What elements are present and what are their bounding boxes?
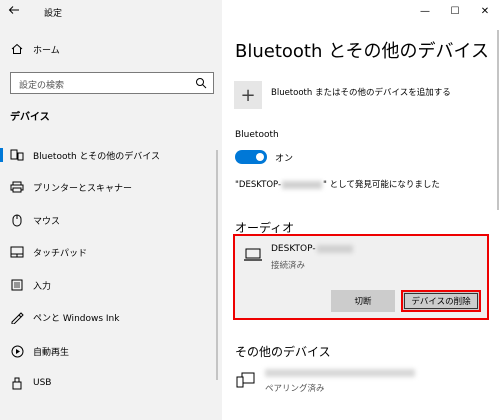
keyboard-icon [10,278,24,292]
sidebar-item-home[interactable]: ホーム [0,38,222,60]
pen-icon [10,310,24,324]
plus-icon: + [240,84,256,106]
sidebar-item-bluetooth[interactable]: Bluetooth とその他のデバイス [0,144,222,166]
main-panel: — ☐ ✕ Bluetooth とその他のデバイス + Bluetooth また… [222,0,500,420]
add-device-link[interactable]: Bluetooth またはその他のデバイスを追加する [271,86,451,98]
remove-device-button[interactable]: デバイスの削除 [401,290,481,312]
sidebar-item-input[interactable]: 入力 [0,274,222,296]
back-arrow-icon[interactable] [6,4,22,20]
app-title: 設定 [44,9,63,19]
search-placeholder: 設定の検索 [19,81,65,91]
section-title: デバイス [10,112,50,123]
redacted-name [282,180,323,189]
sidebar-item-label: USB [33,378,52,388]
sidebar-item-touchpad[interactable]: タッチパッド [0,241,222,263]
redacted-name [316,244,353,253]
search-icon [195,77,207,89]
close-button[interactable]: ✕ [470,0,500,22]
sidebar-item-label: マウス [33,216,61,227]
bluetooth-label: Bluetooth [235,130,279,140]
sidebar-item-label: 自動再生 [33,347,70,358]
sidebar-item-label: Bluetooth とその他のデバイス [33,151,161,162]
device-name-prefix: DESKTOP- [271,244,316,254]
laptop-icon [243,247,263,263]
device-name: DESKTOP- [271,244,354,254]
minimize-button[interactable]: — [410,0,440,22]
touchpad-icon [10,245,24,259]
main-scrollbar[interactable] [497,30,499,210]
device-status: ペアリング済み [265,384,325,394]
add-device-button[interactable]: + [234,81,262,109]
bluetooth-state: オン [275,154,294,164]
sidebar-item-label: ペンと Windows Ink [33,313,120,324]
sidebar: 設定 ホーム 設定の検索 デバイス Bluetooth とその他のデバイス プリ… [0,0,222,420]
sidebar-item-label: 入力 [33,281,52,292]
discoverable-text: "DESKTOP- " として発見可能になりました [235,178,440,190]
sidebar-item-mouse[interactable]: マウス [0,209,222,231]
bluetooth-devices-icon [10,148,24,162]
sidebar-item-label: プリンターとスキャナー [33,183,133,194]
titlebar-left: 設定 [0,0,222,24]
sidebar-scrollbar[interactable] [216,150,218,380]
mouse-icon [10,213,24,227]
sidebar-item-label: タッチパッド [33,248,88,259]
page-title: Bluetooth とその他のデバイス [235,41,490,62]
autoplay-icon [10,344,24,358]
sidebar-item-usb[interactable]: USB [0,372,222,394]
toggle-knob [256,153,264,161]
window-controls: — ☐ ✕ [410,0,500,22]
redacted-device-name [265,369,415,377]
sidebar-item-autoplay[interactable]: 自動再生 [0,340,222,362]
home-icon [10,42,24,56]
maximize-button[interactable]: ☐ [440,0,470,22]
sidebar-item-pen[interactable]: ペンと Windows Ink [0,306,222,328]
sidebar-item-printers[interactable]: プリンターとスキャナー [0,176,222,198]
device-status: 接続済み [271,261,306,271]
discover-suffix: " として発見可能になりました [323,180,440,190]
disconnect-button[interactable]: 切断 [331,290,395,312]
bluetooth-toggle[interactable] [235,150,267,164]
other-devices-title: その他のデバイス [235,345,331,359]
selection-indicator [0,148,3,162]
sidebar-item-label: ホーム [33,45,60,56]
device-icon [236,372,256,388]
usb-icon [10,376,24,390]
search-input[interactable]: 設定の検索 [10,72,214,94]
audio-device-card[interactable]: DESKTOP- 接続済み 切断 デバイスの削除 [233,234,489,320]
printer-icon [10,180,24,194]
discover-prefix: "DESKTOP- [235,180,282,190]
